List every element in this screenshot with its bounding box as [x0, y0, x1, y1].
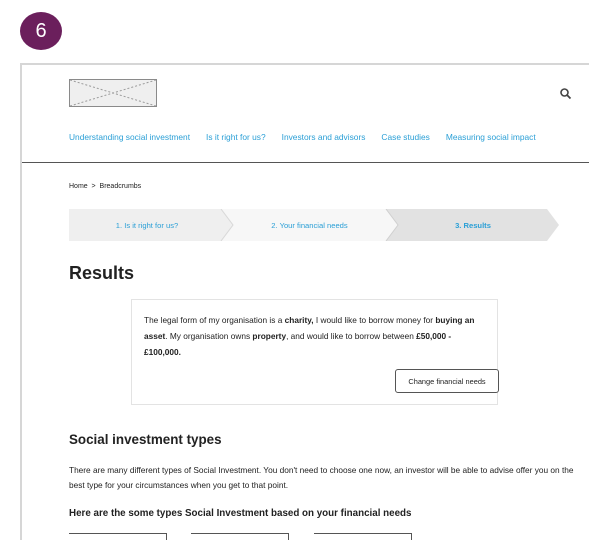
change-financial-needs-button[interactable]: Change financial needs: [395, 369, 499, 393]
summary-text: The legal form of my organisation is a c…: [144, 315, 475, 357]
investment-type-card[interactable]: [314, 533, 412, 540]
nav-measuring-social-impact[interactable]: Measuring social impact: [446, 132, 536, 142]
nav-understanding-social-investment[interactable]: Understanding social investment: [69, 132, 190, 142]
step-1[interactable]: 1. Is it right for us?: [69, 209, 225, 241]
step-3-current: 3. Results: [455, 220, 491, 230]
main-navigation: Understanding social investment Is it ri…: [69, 132, 552, 142]
investment-type-card[interactable]: [191, 533, 289, 540]
wireframe-page: Understanding social investment Is it ri…: [20, 63, 589, 540]
investment-types-description: There are many different types of Social…: [69, 465, 574, 490]
page-title: Results: [69, 263, 135, 283]
logo-placeholder[interactable]: [69, 79, 157, 107]
section-title-investment-types: Social investment types: [69, 432, 222, 447]
nav-investors-and-advisors[interactable]: Investors and advisors: [282, 132, 366, 142]
nav-case-studies[interactable]: Case studies: [381, 132, 429, 142]
nav-is-it-right-for-us[interactable]: Is it right for us?: [206, 132, 266, 142]
investment-type-card[interactable]: [69, 533, 167, 540]
step-2[interactable]: 2. Your financial needs: [233, 209, 386, 241]
step-number-badge: 6: [20, 12, 62, 50]
breadcrumb[interactable]: Home > Breadcrumbs: [69, 183, 141, 190]
header-divider: [22, 162, 589, 163]
progress-steps: 1. Is it right for us? 2. Your financial…: [69, 209, 559, 241]
search-icon[interactable]: [559, 87, 573, 101]
financial-needs-summary: The legal form of my organisation is a c…: [131, 299, 499, 405]
investment-types-subtitle: Here are the some types Social Investmen…: [69, 508, 412, 519]
